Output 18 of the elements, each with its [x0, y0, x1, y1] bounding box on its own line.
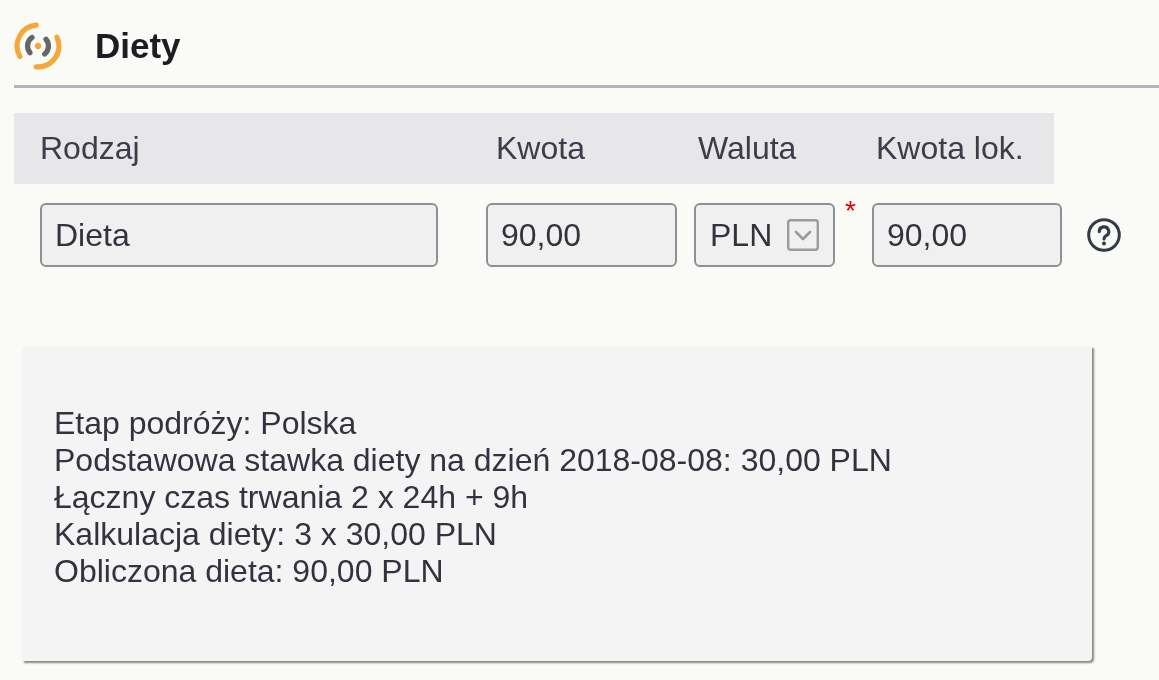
- column-header: Rodzaj: [40, 130, 141, 167]
- column-header: Kwota: [495, 130, 586, 167]
- info-line: Etap podróży: Polska: [54, 405, 357, 442]
- help-icon[interactable]: [1087, 218, 1121, 252]
- caret-icon: [787, 219, 819, 251]
- column-header: Waluta: [697, 130, 798, 167]
- info-line: Podstawowa stawka diety na dzień 2018-08-08: 30,00 PLN: [54, 442, 892, 479]
- currency-select[interactable]: PLN: [694, 203, 835, 267]
- input-field[interactable]: 90,00: [872, 203, 1062, 267]
- input-field[interactable]: Dieta: [40, 203, 438, 267]
- column-header: Kwota lok.: [875, 130, 1025, 167]
- page-title: Diety: [95, 24, 181, 67]
- logo-icon: [14, 21, 62, 70]
- info-line: Kalkulacja diety: 3 x 30,00 PLN: [54, 516, 497, 553]
- info-line: Obliczona dieta: 90,00 PLN: [54, 553, 444, 590]
- required-mark: *: [845, 197, 856, 225]
- input-field[interactable]: 90,00: [486, 203, 677, 267]
- info-line: Łączny czas trwania 2 x 24h + 9h: [54, 479, 529, 516]
